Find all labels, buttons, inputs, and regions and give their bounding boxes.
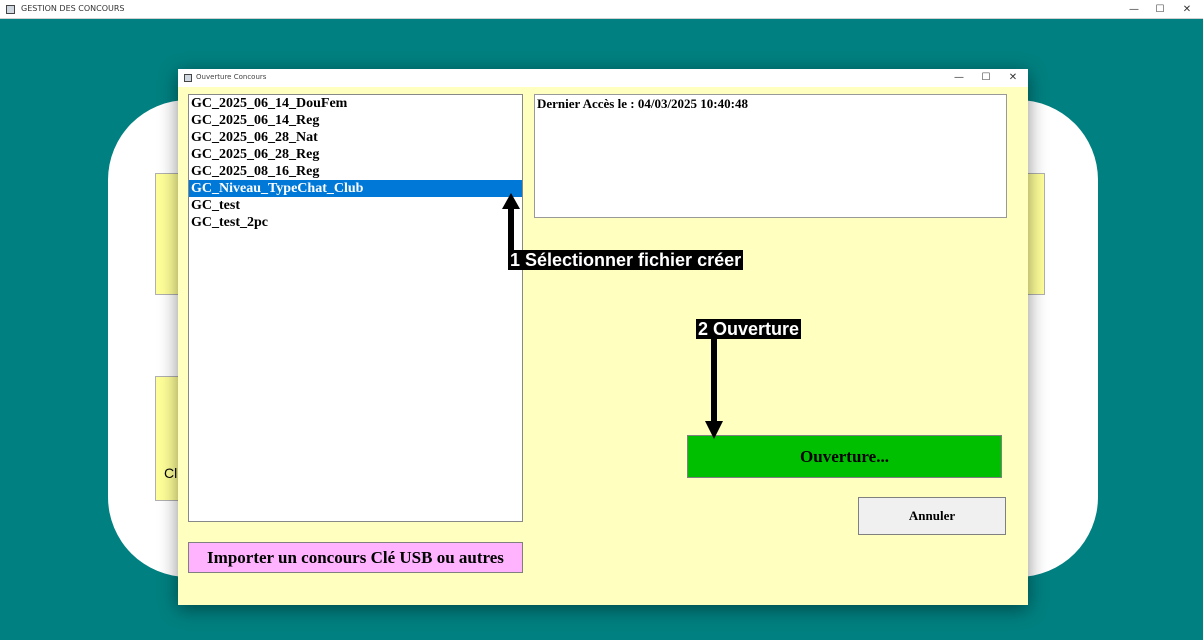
last-access-text: Dernier Accès le : 04/03/2025 10:40:48 [537, 96, 748, 111]
maximize-icon[interactable]: ☐ [1147, 0, 1173, 19]
dialog-app-icon [184, 74, 192, 82]
file-list[interactable]: GC_2025_06_14_DouFem GC_2025_06_14_Reg GC_… [188, 94, 523, 522]
file-list-item[interactable]: GC_2025_06_28_Reg [189, 146, 522, 163]
file-list-item[interactable]: GC_2025_06_28_Nat [189, 129, 522, 146]
file-list-item[interactable]: GC_Niveau_TypeChat_Club [189, 180, 522, 197]
file-list-item[interactable]: GC_2025_06_14_DouFem [189, 95, 522, 112]
annotation-step1: 1 Sélectionner fichier créer [508, 250, 744, 270]
file-list-item[interactable]: GC_test [189, 197, 522, 214]
arrow-down-icon [705, 339, 723, 439]
minimize-icon[interactable]: — [946, 69, 972, 87]
main-titlebar: GESTION DES CONCOURS — ☐ ✕ [0, 0, 1203, 19]
file-list-item[interactable]: GC_test_2pc [189, 214, 522, 231]
open-button[interactable]: Ouverture... [687, 435, 1002, 478]
dialog-titlebar: Ouverture Concours — ☐ ✕ [178, 69, 1028, 87]
minimize-icon[interactable]: — [1121, 0, 1147, 19]
dialog-title: Ouverture Concours [196, 73, 267, 81]
maximize-icon[interactable]: ☐ [973, 69, 999, 87]
background-partial-label: Cl [164, 465, 178, 481]
close-icon[interactable]: ✕ [1174, 0, 1200, 19]
arrow-up-icon [502, 193, 520, 250]
file-list-item[interactable]: GC_2025_06_14_Reg [189, 112, 522, 129]
file-list-item[interactable]: GC_2025_08_16_Reg [189, 163, 522, 180]
annotation-step2: 2 Ouverture [696, 319, 802, 339]
app-icon [6, 5, 15, 14]
last-access-info: Dernier Accès le : 04/03/2025 10:40:48 [534, 94, 1007, 218]
open-contest-dialog: Ouverture Concours — ☐ ✕ GC_2025_06_14_D… [178, 69, 1028, 605]
close-icon[interactable]: ✕ [1000, 69, 1026, 87]
import-usb-button[interactable]: Importer un concours Clé USB ou autres [188, 542, 523, 573]
cancel-button[interactable]: Annuler [858, 497, 1006, 535]
main-window-title: GESTION DES CONCOURS [21, 4, 125, 13]
